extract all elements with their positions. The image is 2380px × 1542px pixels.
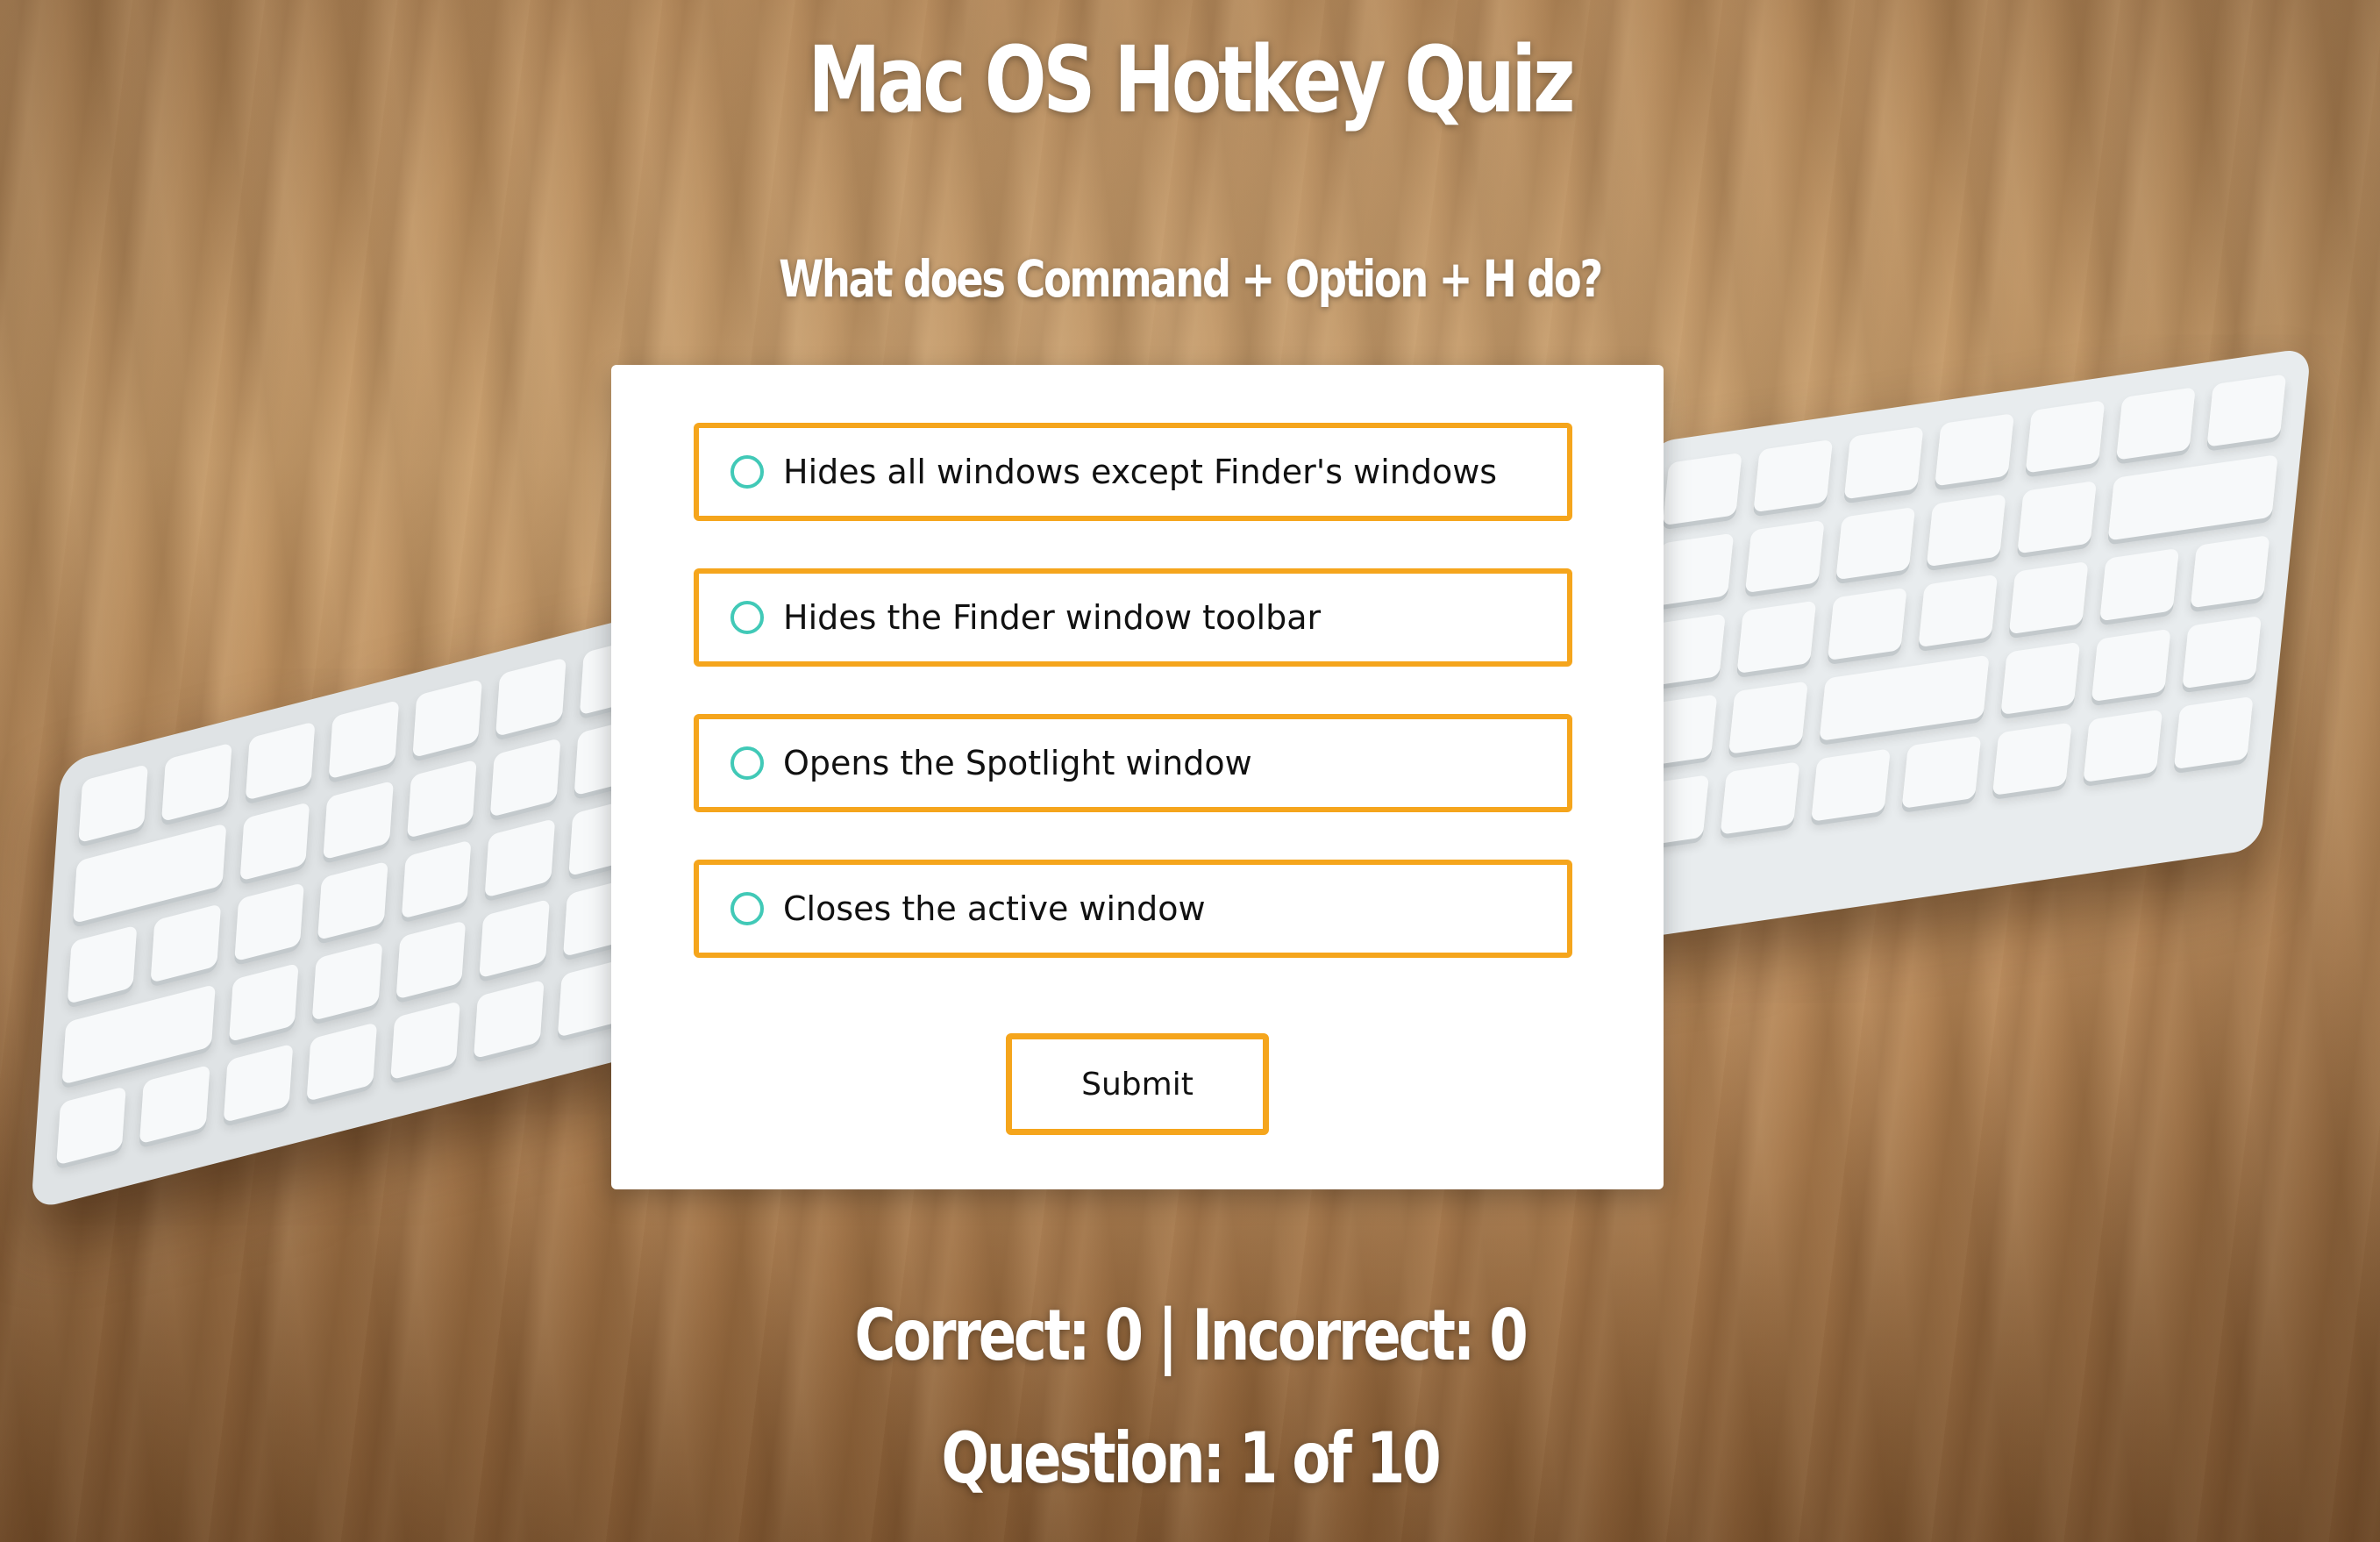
- page-title: Mac OS Hotkey Quiz: [808, 26, 1575, 133]
- keyboard-keys-left: [55, 636, 650, 1181]
- answer-option-4[interactable]: Closes the active window: [694, 860, 1572, 958]
- background-keyboard-image: [1597, 346, 2312, 945]
- quiz-page: { "page": { "title": "Mac OS Hotkey Quiz…: [0, 0, 2380, 1542]
- answer-option-label: Hides all windows except Finder's window…: [783, 453, 1498, 491]
- answer-option-3[interactable]: Opens the Spotlight window: [694, 714, 1572, 812]
- question-progress: Question: 1 of 10: [941, 1417, 1442, 1499]
- answer-option-2[interactable]: Hides the Finder window toolbar: [694, 568, 1572, 667]
- quiz-card: Hides all windows except Finder's window…: [611, 365, 1664, 1189]
- keyboard-keys: [1622, 374, 2287, 917]
- answer-option-label: Opens the Spotlight window: [783, 744, 1252, 782]
- submit-button[interactable]: Submit: [1006, 1033, 1269, 1135]
- answer-option-label: Closes the active window: [783, 889, 1206, 928]
- background-keyboard-image-left: [31, 606, 674, 1211]
- answer-option-1[interactable]: Hides all windows except Finder's window…: [694, 423, 1572, 521]
- score-summary: Correct: 0 | Incorrect: 0: [854, 1295, 1528, 1376]
- radio-icon[interactable]: [730, 892, 764, 925]
- radio-icon[interactable]: [730, 601, 764, 634]
- question-text: What does Command + Option + H do?: [779, 249, 1603, 309]
- answer-option-label: Hides the Finder window toolbar: [783, 598, 1322, 637]
- radio-icon[interactable]: [730, 455, 764, 489]
- radio-icon[interactable]: [730, 746, 764, 780]
